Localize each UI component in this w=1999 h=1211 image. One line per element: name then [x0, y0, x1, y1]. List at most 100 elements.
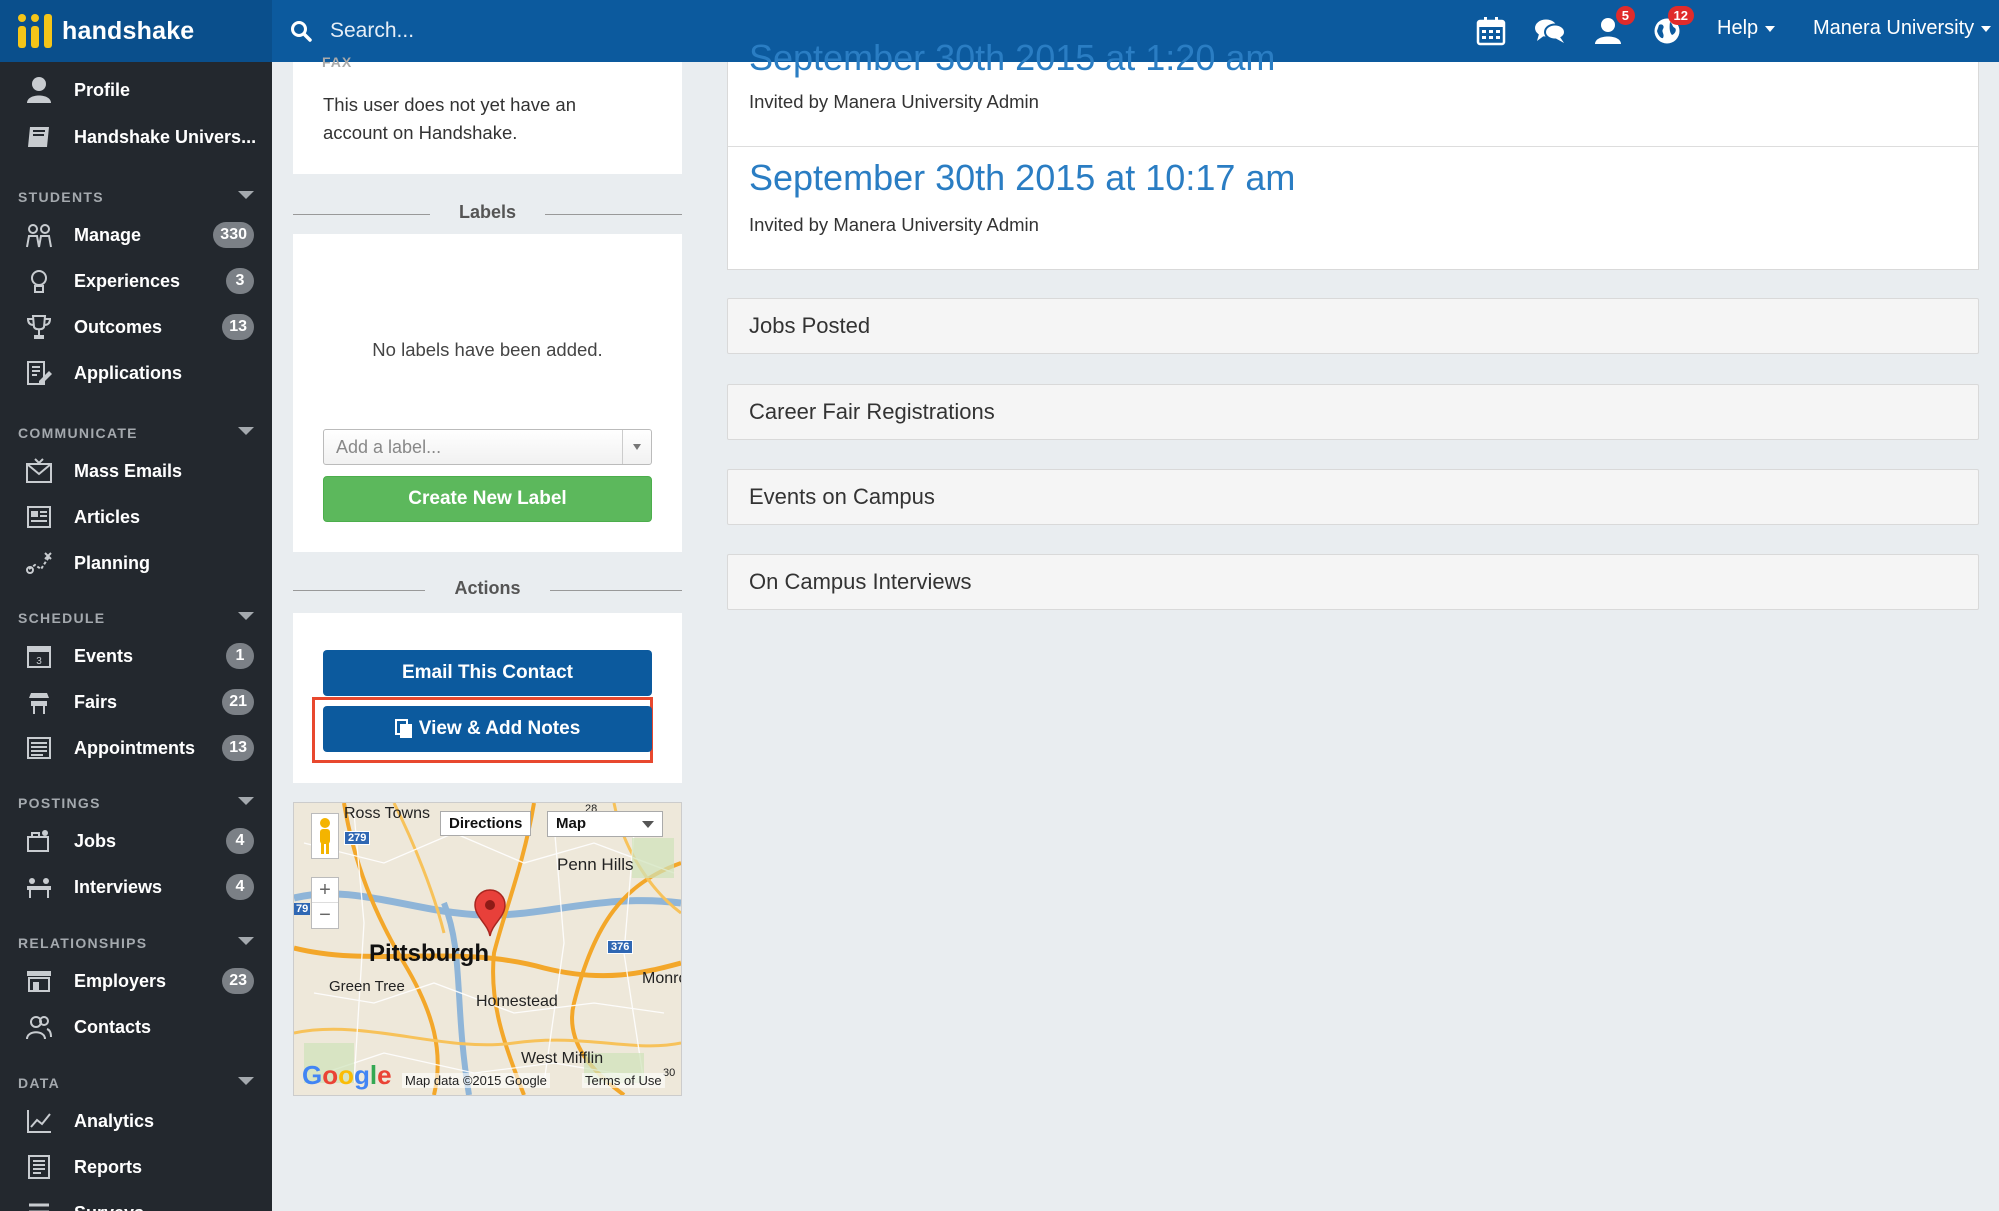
sidebar-item-label: Contacts — [74, 1016, 152, 1037]
sidebar-item-label: Articles — [74, 506, 141, 527]
global-notifications-button[interactable]: 12 — [1648, 6, 1694, 50]
sidebar-item-label: Interviews — [74, 876, 163, 897]
logo-letter: o — [322, 1060, 339, 1090]
invitation-date: September 30th 2015 at 1:20 am — [749, 37, 1276, 78]
sidebar-item-articles[interactable]: Articles — [0, 497, 272, 537]
lightbulb-icon — [22, 264, 56, 298]
logo-letter: e — [377, 1060, 392, 1090]
sidebar-item-jobs[interactable]: Jobs 4 — [0, 821, 272, 861]
sidebar-section-data[interactable]: DATA — [18, 1075, 254, 1091]
sidebar-item-planning[interactable]: Planning — [0, 543, 272, 583]
report-icon — [22, 1150, 56, 1184]
sidebar-item-surveys[interactable]: Surveys — [0, 1193, 272, 1211]
section-title: SCHEDULE — [18, 610, 106, 626]
route-shield: 79 — [294, 903, 311, 915]
user-icon — [22, 73, 56, 107]
chart-line-icon — [22, 1104, 56, 1138]
chevron-down-icon — [642, 821, 654, 828]
select-toggle[interactable] — [622, 430, 651, 464]
brand-logo-link[interactable]: handshake — [0, 0, 272, 62]
location-map[interactable]: Ross Towns Penn Hills Pittsburgh Green T… — [293, 802, 682, 1096]
sidebar-section-relationships[interactable]: RELATIONSHIPS — [18, 935, 254, 951]
people-notifications-button[interactable]: 5 — [1589, 6, 1635, 50]
label-select-placeholder: Add a label... — [336, 437, 442, 457]
labels-card: No labels have been added. Add a label..… — [293, 234, 682, 552]
events-on-campus-panel[interactable]: Events on Campus — [727, 469, 1979, 525]
sidebar-item-label: Planning — [74, 552, 150, 573]
actions-card: Email This Contact View & Add Notes — [293, 613, 682, 783]
label-select[interactable]: Add a label... — [323, 429, 652, 465]
on-campus-interviews-panel[interactable]: On Campus Interviews — [727, 554, 1979, 610]
pegman-icon — [320, 818, 330, 854]
panel-title: Events on Campus — [749, 484, 935, 509]
sidebar-section-schedule[interactable]: SCHEDULE — [18, 610, 254, 626]
route-shield: 30 — [663, 1067, 676, 1079]
messages-button[interactable] — [1531, 12, 1569, 50]
route-shield: 279 — [344, 831, 371, 845]
sidebar-section-students[interactable]: STUDENTS — [18, 189, 254, 205]
sidebar-item-interviews[interactable]: Interviews 4 — [0, 867, 272, 907]
calendar-button[interactable] — [1472, 12, 1510, 50]
labels-heading: Labels — [293, 202, 682, 226]
sidebar-item-mass-emails[interactable]: Mass Emails — [0, 451, 272, 491]
directions-button[interactable]: Directions — [440, 811, 532, 836]
account-menu[interactable]: Manera University — [1813, 17, 1992, 40]
sidebar-item-label: Surveys — [74, 1203, 144, 1211]
search-input[interactable] — [328, 18, 732, 44]
zoom-in-button[interactable]: + — [312, 878, 338, 903]
section-title: POSTINGS — [18, 795, 101, 811]
sidebar-item-reports[interactable]: Reports — [0, 1147, 272, 1187]
sidebar-item-outcomes[interactable]: Outcomes 13 — [0, 307, 272, 347]
email-contact-button[interactable]: Email This Contact — [323, 650, 652, 696]
sidebar-item-manage[interactable]: Manage 330 — [0, 215, 272, 255]
map-place-label: Penn Hills — [557, 855, 634, 874]
sidebar-item-contacts[interactable]: Contacts — [0, 1007, 272, 1047]
calendar-icon: 3 — [22, 639, 56, 673]
sidebar-item-label: Appointments — [74, 737, 195, 758]
section-title: RELATIONSHIPS — [18, 935, 148, 951]
create-new-label-button[interactable]: Create New Label — [323, 476, 652, 522]
map-terms-link[interactable]: Terms of Use — [582, 1073, 665, 1088]
jobs-posted-panel[interactable]: Jobs Posted — [727, 298, 1979, 354]
sidebar-section-communicate[interactable]: COMMUNICATE — [18, 425, 254, 441]
sidebar-item-analytics[interactable]: Analytics — [0, 1101, 272, 1141]
sidebar-section-postings[interactable]: POSTINGS — [18, 795, 254, 811]
booth-icon — [22, 685, 56, 719]
actions-heading: Actions — [293, 578, 682, 602]
sidebar-item-appointments[interactable]: Appointments 13 — [0, 728, 272, 768]
logo-letter: o — [338, 1060, 355, 1090]
jobs-icon — [22, 824, 56, 858]
chevron-down-icon — [1981, 25, 1992, 32]
appointments-icon — [22, 731, 56, 765]
zoom-controls: + − — [311, 877, 339, 929]
invitation-by: Invited by Manera University Admin — [749, 91, 1039, 112]
sidebar-item-applications[interactable]: Applications — [0, 353, 272, 393]
no-labels-text: No labels have been added. — [372, 339, 603, 360]
sidebar-item-handshake-univers[interactable]: Handshake Univers... — [0, 117, 272, 157]
survey-icon — [22, 1196, 56, 1211]
sidebar-item-events[interactable]: 3 Events 1 — [0, 636, 272, 676]
brand-name: handshake — [62, 16, 195, 45]
sidebar-item-experiences[interactable]: Experiences 3 — [0, 261, 272, 301]
career-fair-registrations-panel[interactable]: Career Fair Registrations — [727, 384, 1979, 440]
map-type-select[interactable]: Map — [547, 811, 663, 837]
notification-count-badge: 12 — [1667, 6, 1694, 25]
view-add-notes-button[interactable]: View & Add Notes — [323, 706, 652, 752]
sidebar-item-fairs[interactable]: Fairs 21 — [0, 682, 272, 722]
zoom-out-button[interactable]: − — [312, 903, 338, 927]
count-badge: 4 — [226, 874, 254, 900]
map-type-label: Map — [556, 815, 586, 832]
sidebar-item-employers[interactable]: Employers 23 — [0, 961, 272, 1001]
handshake-logo-icon — [18, 14, 52, 48]
street-view-pegman[interactable] — [311, 813, 339, 859]
sidebar-item-profile[interactable]: Profile — [0, 70, 272, 110]
count-badge: 330 — [213, 222, 254, 248]
newspaper-icon — [22, 500, 56, 534]
section-title: COMMUNICATE — [18, 425, 138, 441]
notification-count-badge: 5 — [1615, 6, 1635, 25]
count-badge: 13 — [222, 735, 254, 761]
route-shield: 376 — [607, 940, 634, 954]
help-menu[interactable]: Help — [1717, 17, 1776, 40]
logo-letter: G — [302, 1060, 323, 1090]
sidebar-item-label: Manage — [74, 224, 142, 245]
